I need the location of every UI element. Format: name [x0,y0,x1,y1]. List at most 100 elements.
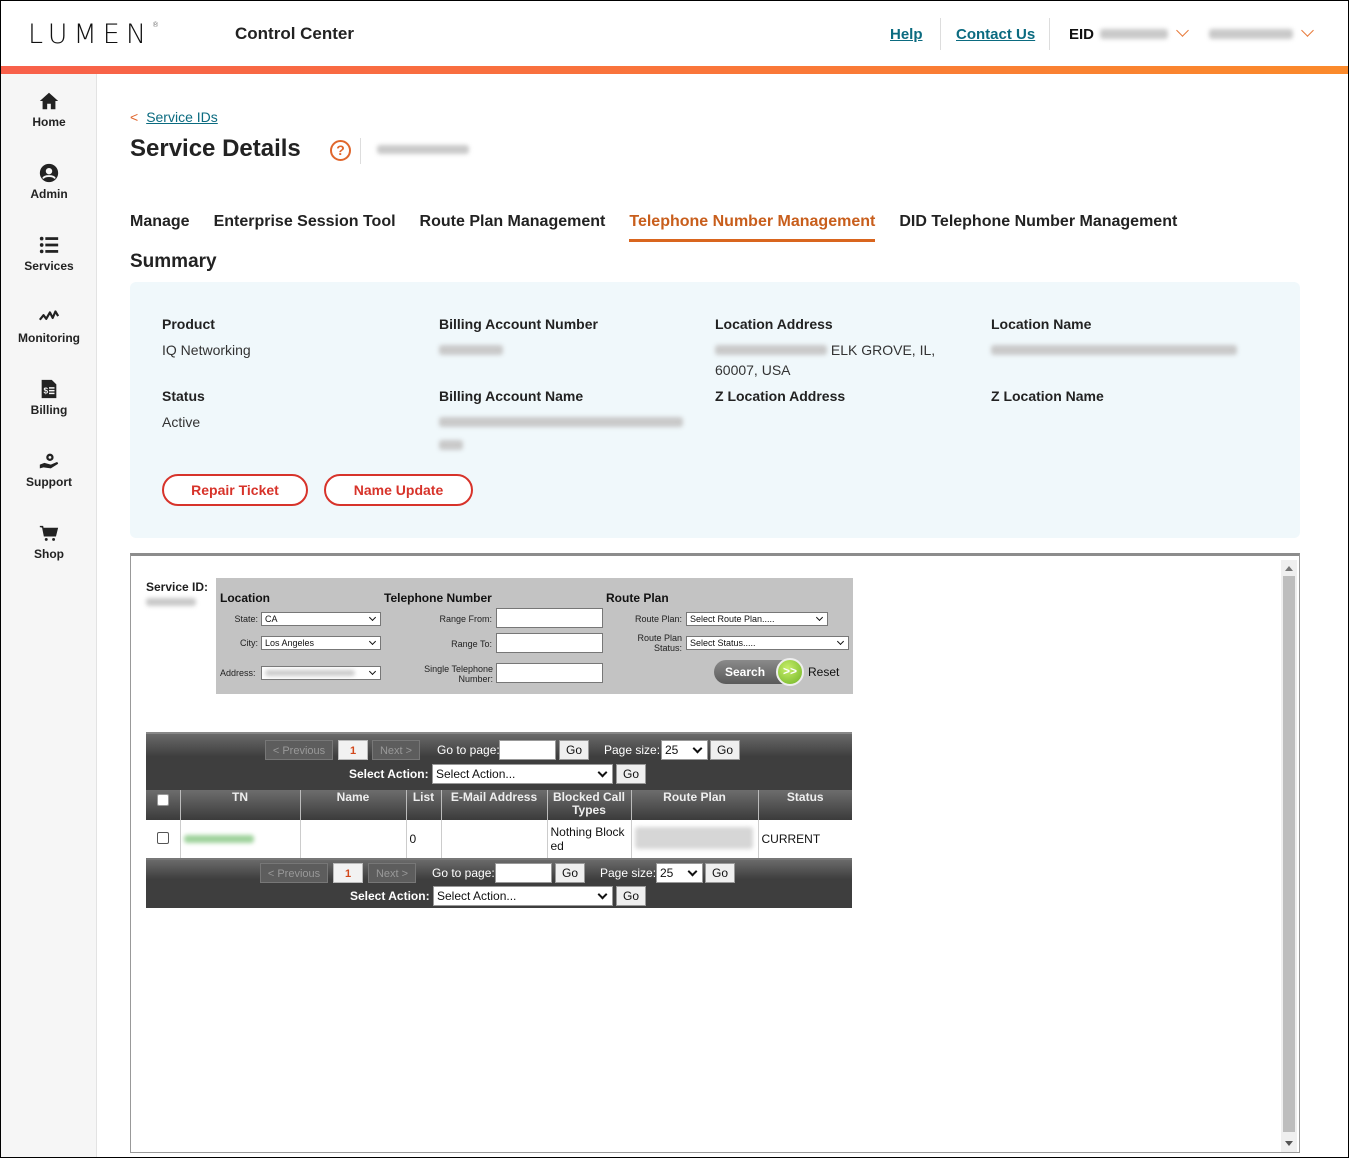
lumen-logo[interactable]: LUMEN® [28,19,159,50]
column-header-email[interactable]: E-Mail Address [440,790,547,820]
sidebar-item-home[interactable]: Home [1,90,97,129]
tab-telephone-number-management[interactable]: Telephone Number Management [629,213,876,242]
route-plan-redacted [634,826,753,849]
single-telephone-number-input[interactable] [496,663,603,683]
reset-link[interactable]: Reset [808,665,839,679]
state-select[interactable]: CA [261,612,381,626]
go-to-page-input[interactable] [499,740,556,760]
go-to-page-input[interactable] [495,863,552,883]
column-header-tn[interactable]: TN [179,790,300,820]
location-name-redacted [991,345,1237,355]
select-action-go-button[interactable]: Go [616,764,646,784]
sidebar-item-label: Support [26,475,72,489]
column-header-blocked-call-types[interactable]: Blocked Call Types [546,790,631,820]
sidebar-item-billing[interactable]: $ Billing [1,378,97,417]
user-chevron-down-icon[interactable] [1301,24,1314,37]
svg-text:$: $ [44,387,49,396]
single-tn-label-line1: Single Telephone [424,664,493,674]
repair-ticket-button[interactable]: Repair Ticket [162,474,308,506]
home-icon [39,92,59,110]
next-page-button[interactable]: Next > [368,863,416,883]
tn-cell[interactable] [179,820,300,858]
tab-did-telephone-number-management[interactable]: DID Telephone Number Management [899,213,1177,242]
go-to-page-label: Go to page: [437,743,500,757]
scroll-down-arrow-icon[interactable] [1285,1141,1293,1146]
eid-value-redacted[interactable] [1100,29,1168,39]
list-icon [39,236,59,254]
billing-account-name-label: Billing Account Name [439,388,584,404]
product-field: Product IQ Networking [162,316,251,360]
contact-us-link[interactable]: Contact Us [956,26,1035,43]
go-to-page-go-button[interactable]: Go [555,863,585,883]
chevron-left-icon[interactable]: < [130,109,138,125]
go-to-page-go-button[interactable]: Go [559,740,589,760]
range-to-input[interactable] [496,633,603,653]
tab-enterprise-session-tool[interactable]: Enterprise Session Tool [214,213,396,242]
help-circle-icon[interactable]: ? [330,140,351,161]
page-size-go-button[interactable]: Go [710,740,740,760]
status-label: Status [162,388,205,404]
column-header-list[interactable]: List [405,790,441,820]
help-link[interactable]: Help [890,26,923,43]
next-page-button[interactable]: Next > [372,740,420,760]
breadcrumb: < Service IDs [130,109,218,125]
range-to-label: Range To: [451,639,492,649]
tn-link-redacted[interactable] [183,835,254,843]
table-row: 0 Nothing Blocked CURRENT [146,820,852,858]
app-title: Control Center [235,24,354,43]
page-size-select[interactable]: 25 [656,863,703,883]
sidebar-item-admin[interactable]: Admin [1,162,97,201]
eid-chevron-down-icon[interactable] [1176,24,1189,37]
pager-bottom: < Previous 1 Next > Go to page: Go Page … [146,858,852,908]
sidebar-item-support[interactable]: Support [1,450,97,489]
select-action-dropdown[interactable]: Select Action... [432,764,613,784]
z-location-name-label: Z Location Name [991,388,1104,404]
user-name-redacted[interactable] [1209,29,1293,39]
city-select[interactable]: Los Angeles [261,636,381,650]
service-id-value-redacted [146,598,196,606]
select-action-go-button[interactable]: Go [616,886,646,906]
route-plan-status-label-line1: Route Plan [637,633,682,643]
tab-manage[interactable]: Manage [130,213,190,242]
route-plan-select[interactable]: Select Route Plan..... [686,612,828,626]
row-checkbox[interactable] [156,831,169,844]
range-from-label: Range From: [439,614,492,624]
page-size-go-button[interactable]: Go [705,863,735,883]
page-1-button[interactable]: 1 [333,863,363,883]
table-header-row: TN Name List E-Mail Address Blocked Call… [146,790,852,820]
sidebar-item-monitoring[interactable]: Monitoring [1,306,97,345]
z-location-name-field: Z Location Name [991,388,1104,404]
select-all-checkbox[interactable] [156,794,169,806]
route-plan-status-select[interactable]: Select Status..... [686,636,849,650]
name-update-button[interactable]: Name Update [324,474,473,506]
column-header-route-plan[interactable]: Route Plan [630,790,758,820]
scroll-up-arrow-icon[interactable] [1285,566,1293,571]
double-chevron-go-icon[interactable]: >> [776,658,804,686]
sidebar-item-shop[interactable]: Shop [1,522,97,561]
eid-label: EID [1069,26,1095,43]
vertical-scrollbar[interactable] [1281,560,1297,1152]
previous-page-button[interactable]: < Previous [265,740,333,760]
product-label: Product [162,316,215,332]
location-address-field: Location Address ELK GROVE, IL, 60007, US… [715,316,935,380]
previous-page-button[interactable]: < Previous [260,863,328,883]
range-from-input[interactable] [496,608,603,628]
column-header-name[interactable]: Name [299,790,406,820]
blocked-call-types-cell: Nothing Blocked [546,820,631,858]
tab-route-plan-management[interactable]: Route Plan Management [420,213,606,242]
billing-account-name-redacted-line2 [439,440,463,450]
page-size-label: Page size: [604,743,661,757]
breadcrumb-service-ids-link[interactable]: Service IDs [146,109,218,125]
sidebar-nav: Home Admin Services Monitoring $ Billing… [1,74,97,1157]
header-accent-bar [1,66,1348,74]
column-header-status[interactable]: Status [757,790,852,820]
sidebar-item-label: Home [32,115,66,129]
sidebar-item-services[interactable]: Services [1,234,97,273]
scrollbar-thumb[interactable] [1283,576,1295,1132]
select-action-dropdown[interactable]: Select Action... [433,886,613,906]
address-select[interactable] [261,666,381,680]
select-action-label: Select Action: [349,767,429,781]
telephone-number-grid: < Previous 1 Next > Go to page: Go Page … [146,732,852,908]
page-size-select[interactable]: 25 [661,740,708,760]
page-1-button[interactable]: 1 [338,740,368,760]
